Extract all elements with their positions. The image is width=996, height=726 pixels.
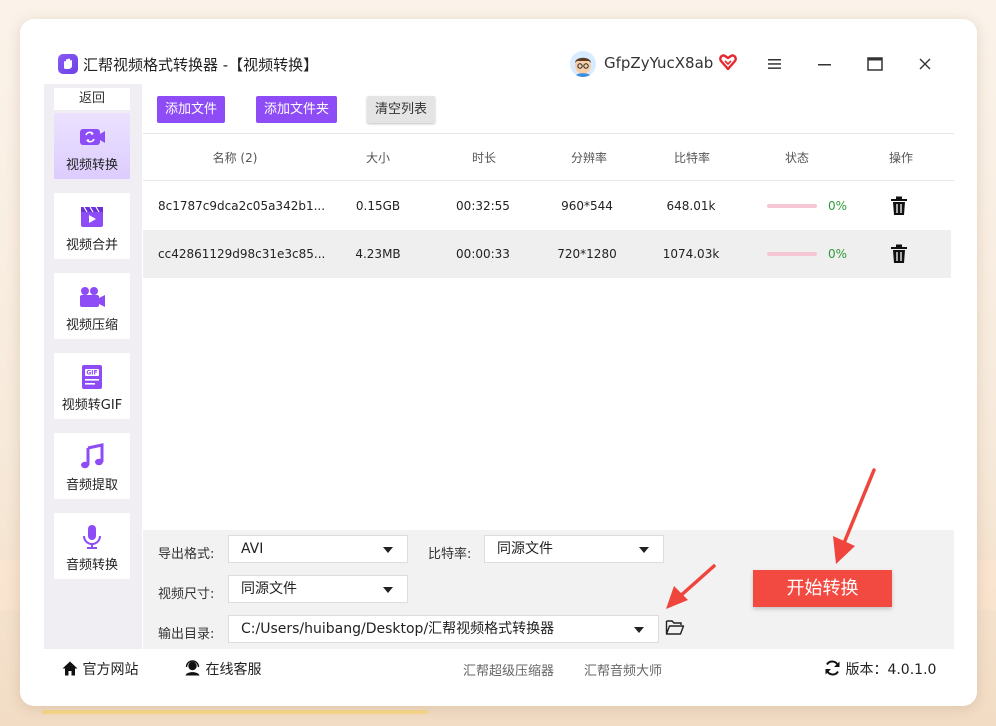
clear-list-button[interactable]: 清空列表	[367, 96, 436, 123]
audio-master-link[interactable]: 汇帮音频大师	[584, 660, 662, 679]
menu-button[interactable]	[762, 52, 788, 76]
version-info[interactable]: 版本：4.0.1.0	[824, 659, 936, 679]
chevron-down-icon	[639, 547, 649, 553]
column-header-name[interactable]: 名称 (2)	[195, 135, 275, 181]
file-name: 8c1787c9dca2c05a342b1...	[158, 199, 326, 213]
column-header-duration[interactable]: 时长	[454, 135, 514, 181]
username[interactable]: GfpZyYucX8ab	[604, 54, 713, 72]
file-bitrate: 648.01k	[666, 199, 716, 213]
format-label: 导出格式:	[158, 547, 215, 562]
sidebar-item-label: 音频提取	[65, 478, 118, 493]
column-header-resolution[interactable]: 分辨率	[559, 135, 619, 181]
output-dir-value: C:/Users/huibang/Desktop/汇帮视频格式转换器	[241, 621, 555, 637]
file-resolution: 960*544	[561, 199, 613, 213]
background-line	[42, 710, 428, 714]
column-header-bitrate[interactable]: 比特率	[662, 135, 722, 181]
maximize-icon	[867, 57, 883, 71]
sidebar: 返回 视频转换 视频合并 视频压缩 GIF 视频转GIF 音频提取 音频转换	[44, 84, 142, 649]
folder-open-icon[interactable]	[665, 619, 685, 636]
close-icon	[919, 58, 931, 70]
website-label: 官方网站	[82, 662, 139, 678]
gif-icon: GIF	[82, 365, 102, 389]
bitrate-label: 比特率:	[428, 547, 472, 562]
start-convert-button[interactable]: 开始转换	[753, 570, 892, 607]
sidebar-item-audio-convert[interactable]: 音频转换	[54, 513, 130, 579]
sidebar-item-video-merge[interactable]: 视频合并	[54, 193, 130, 259]
video-compress-icon	[80, 287, 105, 307]
sidebar-item-label: 音频转换	[65, 558, 118, 573]
output-label: 输出目录:	[158, 627, 215, 642]
microphone-icon	[83, 525, 101, 549]
video-merge-icon	[81, 206, 103, 227]
size-select[interactable]: 同源文件	[228, 575, 408, 603]
file-name: cc42861129d98c31e3c85...	[158, 247, 326, 261]
trash-icon[interactable]	[890, 244, 908, 264]
file-duration: 00:32:55	[456, 199, 510, 213]
size-label: 视频尺寸:	[158, 587, 215, 602]
add-file-button[interactable]: 添加文件	[157, 96, 226, 123]
sidebar-item-video-convert[interactable]: 视频转换	[54, 113, 130, 179]
menu-icon	[768, 59, 781, 69]
window-title: 汇帮视频格式转换器 -【视频转换】	[83, 56, 319, 74]
output-dir-select[interactable]: C:/Users/huibang/Desktop/汇帮视频格式转换器	[228, 615, 659, 643]
add-folder-button[interactable]: 添加文件夹	[256, 96, 338, 123]
table-row[interactable]: 8c1787c9dca2c05a342b1... 0.15GB 00:32:55…	[143, 182, 951, 230]
maximize-button[interactable]	[862, 52, 888, 76]
minimize-icon	[818, 64, 831, 66]
sidebar-item-label: 视频合并	[65, 238, 118, 253]
size-value: 同源文件	[241, 581, 297, 597]
progress-bar	[767, 204, 817, 208]
user-avatar[interactable]	[570, 51, 596, 77]
settings-panel: 导出格式: AVI 比特率: 同源文件 视频尺寸: 同源文件 输出目录: C:/…	[143, 530, 954, 649]
chevron-down-icon	[634, 627, 644, 633]
bitrate-value: 同源文件	[497, 541, 553, 557]
app-window: 汇帮视频格式转换器 -【视频转换】 GfpZyYucX8ab 返回 视频转换 视…	[44, 44, 954, 686]
sidebar-item-label: 视频压缩	[65, 318, 118, 333]
status-percent: 0%	[828, 199, 848, 213]
sidebar-item-label: 视频转换	[65, 158, 118, 173]
svg-text:GIF: GIF	[86, 370, 97, 377]
home-icon	[62, 661, 78, 676]
table-header: 名称 (2) 大小 时长 分辨率 比特率 状态 操作	[143, 135, 954, 181]
close-button[interactable]	[912, 52, 938, 76]
bitrate-select[interactable]: 同源文件	[484, 535, 664, 563]
minimize-button[interactable]	[812, 52, 838, 76]
version-label: 版本：4.0.1.0	[845, 662, 937, 678]
file-table: 名称 (2) 大小 时长 分辨率 比特率 状态 操作 8c1787c9dca2c…	[143, 135, 954, 530]
chevron-down-icon	[383, 547, 393, 553]
super-compressor-link[interactable]: 汇帮超级压缩器	[463, 660, 554, 679]
sidebar-item-audio-extract[interactable]: 音频提取	[54, 433, 130, 499]
format-select[interactable]: AVI	[228, 535, 408, 563]
sidebar-item-video-gif[interactable]: GIF 视频转GIF	[54, 353, 130, 419]
sidebar-item-label: 视频转GIF	[61, 398, 123, 413]
status-percent: 0%	[828, 247, 848, 261]
vip-heart-icon[interactable]	[718, 52, 738, 76]
music-note-icon	[81, 443, 104, 469]
file-duration: 00:00:33	[456, 247, 510, 261]
footer: 官方网站 在线客服 汇帮超级压缩器 汇帮音频大师 版本：4.0.1.0	[44, 650, 954, 686]
support-link[interactable]: 在线客服	[184, 659, 261, 679]
app-logo-icon	[58, 54, 78, 74]
toolbar: 添加文件 添加文件夹 清空列表	[143, 84, 954, 134]
file-size: 4.23MB	[355, 247, 401, 261]
column-header-size[interactable]: 大小	[348, 135, 408, 181]
column-header-action: 操作	[888, 151, 913, 165]
title-bar: 汇帮视频格式转换器 -【视频转换】 GfpZyYucX8ab	[44, 44, 954, 84]
chevron-down-icon	[383, 587, 393, 593]
file-bitrate: 1074.03k	[662, 247, 720, 261]
video-convert-icon	[80, 129, 105, 145]
refresh-icon	[825, 660, 840, 676]
table-row[interactable]: cc42861129d98c31e3c85... 4.23MB 00:00:33…	[143, 230, 951, 278]
format-value: AVI	[241, 541, 264, 557]
headset-icon	[185, 660, 200, 676]
column-header-status: 状态	[784, 151, 809, 165]
back-button[interactable]: 返回	[54, 88, 130, 110]
support-label: 在线客服	[205, 662, 262, 678]
file-resolution: 720*1280	[557, 247, 617, 261]
website-link[interactable]: 官方网站	[62, 659, 138, 679]
progress-bar	[767, 252, 817, 256]
file-size: 0.15GB	[355, 199, 401, 213]
trash-icon[interactable]	[890, 196, 908, 216]
sidebar-item-video-compress[interactable]: 视频压缩	[54, 273, 130, 339]
